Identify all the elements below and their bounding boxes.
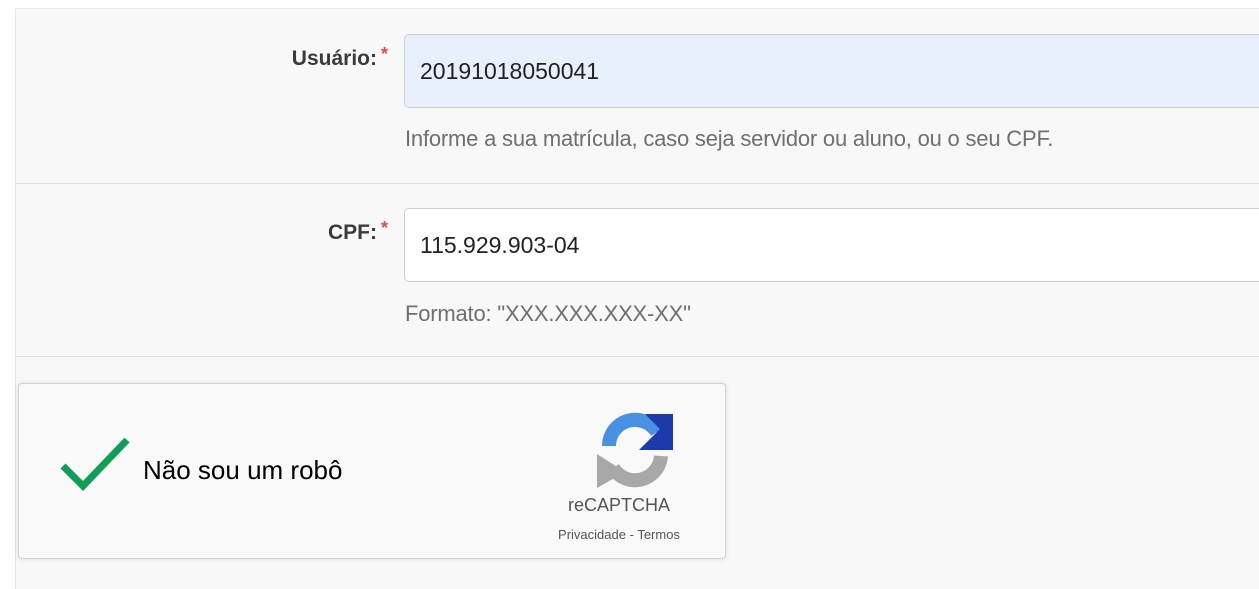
recaptcha-logo-icon — [597, 412, 673, 488]
cpf-help-text: Formato: "XXX.XXX.XXX-XX" — [405, 301, 691, 326]
cpf-form-row: CPF:* Formato: "XXX.XXX.XXX-XX" — [16, 184, 1259, 357]
link-separator: - — [625, 527, 638, 542]
recaptcha-checkbox[interactable] — [59, 434, 131, 494]
cpf-input[interactable] — [404, 208, 1259, 282]
recaptcha-links: Privacidade - Termos — [519, 527, 719, 542]
cpf-label-text: CPF: — [327, 221, 377, 244]
usuario-label: Usuário: * — [291, 44, 388, 71]
login-form-panel: Usuário:* Informe a sua matrícula, caso … — [15, 8, 1259, 589]
recaptcha-label: Não sou um robô — [143, 455, 343, 485]
required-asterisk: * — [380, 218, 388, 238]
usuario-input[interactable] — [404, 34, 1259, 108]
required-asterisk: * — [380, 44, 388, 64]
usuario-form-row: Usuário:* Informe a sua matrícula, caso … — [16, 9, 1259, 184]
privacy-link[interactable]: Privacidade — [558, 527, 626, 542]
usuario-help-text: Informe a sua matrícula, caso seja servi… — [405, 126, 1054, 151]
recaptcha-brand: reCAPTCHA — [567, 495, 670, 515]
usuario-label-text: Usuário: — [291, 47, 377, 70]
checkmark-icon — [60, 437, 130, 492]
cpf-label: CPF: * — [327, 218, 388, 245]
recaptcha-widget: Não sou um robô reCAPTCHA Privacidade - … — [18, 383, 726, 559]
terms-link[interactable]: Termos — [637, 527, 680, 542]
